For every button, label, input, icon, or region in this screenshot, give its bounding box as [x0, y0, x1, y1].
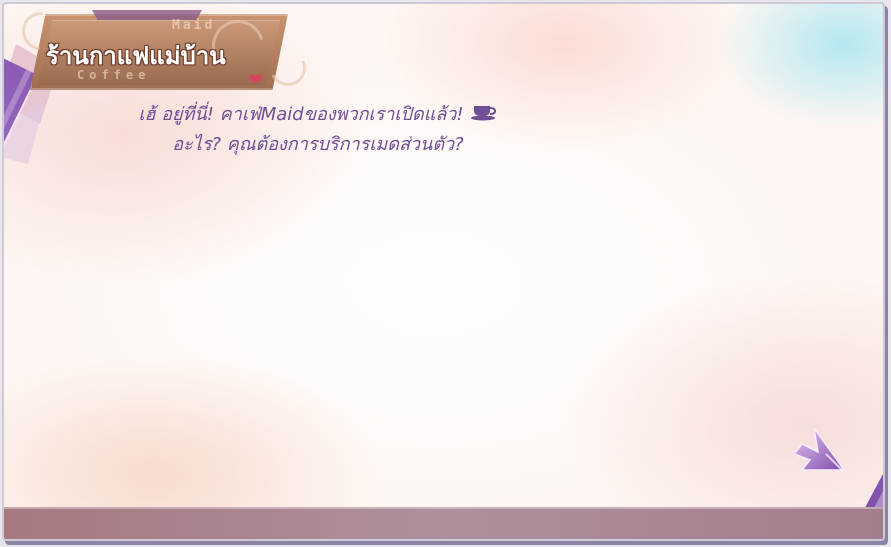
- speaker-name: ร้านกาแฟแม่บ้าน: [46, 42, 226, 70]
- dialogue-line-1-text: เฮ้ อยู่ที่นี่! คาเฟ่Maidของพวกเราเปิดแล…: [138, 104, 464, 125]
- bottom-bar: [4, 507, 883, 539]
- dialogue-text: เฮ้ อยู่ที่นี่! คาเฟ่Maidของพวกเราเปิดแล…: [88, 100, 548, 160]
- dialog-window: Maid Coffee ร้านกาแฟแม่บ้าน ❤ เฮ้ อยู่ที…: [2, 2, 885, 541]
- dialogue-line-2: อะไร? คุณต้องการบริการเมดส่วนตัว?: [172, 134, 464, 155]
- next-arrow-button[interactable]: [792, 424, 852, 484]
- coffee-cup-icon: [470, 106, 496, 121]
- heart-icon: ❤: [248, 70, 264, 91]
- title-plate: Maid Coffee ร้านกาแฟแม่บ้าน ❤: [14, 4, 312, 94]
- next-arrow-icon: [792, 427, 846, 471]
- dialogue-line-1: เฮ้ อยู่ที่นี่! คาเฟ่Maidของพวกเราเปิดแล…: [88, 100, 548, 130]
- title-watermark-maid: Maid: [172, 18, 216, 33]
